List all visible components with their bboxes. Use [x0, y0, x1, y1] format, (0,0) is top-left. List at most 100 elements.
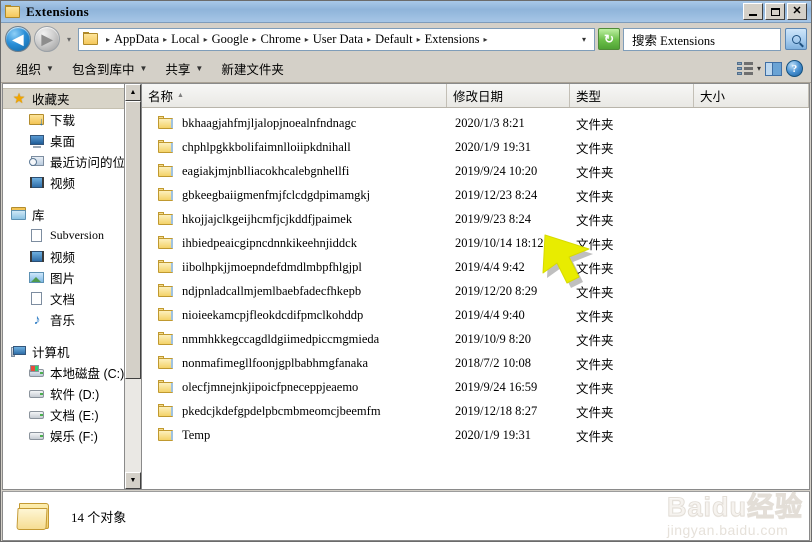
sidebar-item-documents[interactable]: 文档 [3, 288, 141, 309]
file-date: 2020/1/3 8:21 [455, 115, 525, 130]
sidebar-item-music[interactable]: ♪ 音乐 [3, 309, 141, 330]
table-row[interactable]: Temp 2020/1/9 19:31 文件夹 [142, 423, 809, 447]
sidebar-item-videos-lib[interactable]: 视频 [3, 246, 141, 267]
table-row[interactable]: gbkeegbaiigmenfmjfclcdgdpimamgkj 2019/12… [142, 183, 809, 207]
file-date: 2019/9/24 10:20 [455, 163, 538, 178]
recent-places-icon [29, 154, 45, 169]
sidebar-divider [3, 330, 141, 341]
file-name: pkedcjkdefgpdelpbcmbmeomcjbeemfm [182, 403, 381, 418]
breadcrumb-item-default[interactable]: Default [374, 31, 413, 48]
scroll-up-button[interactable]: ▲ [125, 84, 141, 101]
sidebar-item-label: 本地磁盘 (C:) [50, 367, 125, 381]
breadcrumb-item-local[interactable]: Local [170, 31, 200, 48]
sidebar-item-videos-fav[interactable]: 视频 [3, 172, 141, 193]
navigation-pane-scrollbar[interactable]: ▲ ▼ [124, 84, 141, 489]
scrollbar-thumb[interactable] [125, 101, 141, 380]
sidebar-item-libraries[interactable]: 库 [3, 204, 141, 225]
column-header-label: 大小 [700, 90, 726, 104]
file-name-cell: hkojjajclkgeijhcmfjcjkddfjpaimek [142, 211, 447, 227]
close-button[interactable]: ✕ [787, 3, 807, 20]
breadcrumb-item-extensions[interactable]: Extensions [424, 31, 481, 48]
sidebar-item-downloads[interactable]: ↓ 下载 [3, 109, 141, 130]
sidebar-item-favorites[interactable]: ★ 收藏夹 [3, 88, 141, 109]
folder-icon [158, 115, 174, 131]
sidebar-item-desktop[interactable]: 桌面 [3, 130, 141, 151]
folder-icon [158, 331, 174, 347]
breadcrumb-item-appdata[interactable]: AppData [113, 31, 160, 48]
table-row[interactable]: nioieekamcpjfleokdcdifpmclkohddp 2019/4/… [142, 303, 809, 327]
column-header-date-modified[interactable]: 修改日期 [447, 84, 570, 107]
view-dropdown-button[interactable]: ▾ [757, 64, 761, 73]
column-header-name[interactable]: 名称 ▲ [142, 84, 447, 107]
change-view-icon[interactable] [736, 62, 753, 76]
breadcrumb: ▸ AppData ▸ Local ▸ Google ▸ Chrome ▸ Us… [103, 31, 592, 48]
sidebar-item-subversion[interactable]: Subversion [3, 225, 141, 246]
preview-pane-icon[interactable] [765, 61, 782, 76]
folder-icon [158, 187, 174, 203]
file-name: ihbiedpeaicgipncdnnkikeehnjiddck [182, 235, 357, 250]
help-icon[interactable]: ? [786, 60, 803, 77]
table-row[interactable]: nmmhkkegccagdldgiimedpiccmgmieda 2019/10… [142, 327, 809, 351]
share-button[interactable]: 共享 ▼ [156, 56, 212, 81]
chevron-down-icon[interactable]: ▾ [572, 35, 592, 44]
sidebar-item-recent-places[interactable]: 最近访问的位置 [3, 151, 141, 172]
chevron-down-icon: ▼ [195, 64, 204, 73]
file-type: 文件夹 [576, 237, 614, 252]
include-in-library-button[interactable]: 包含到库中 ▼ [63, 56, 156, 81]
drive-icon [29, 386, 45, 401]
forward-button[interactable]: ▶ [34, 26, 60, 52]
folder-icon [158, 163, 174, 179]
file-name-cell: pkedcjkdefgpdelpbcmbmeomcjbeemfm [142, 403, 447, 419]
table-row[interactable]: olecfjmnejnkjipoicfpneceppjeaemo 2019/9/… [142, 375, 809, 399]
table-row[interactable]: hkojjajclkgeijhcmfjcjkddfjpaimek 2019/9/… [142, 207, 809, 231]
table-row[interactable]: chphlpgkkbolifaimnlloiipkdnihall 2020/1/… [142, 135, 809, 159]
scroll-down-button[interactable]: ▼ [125, 472, 141, 489]
system-drive-icon [29, 365, 45, 380]
search-input[interactable]: 搜索 Extensions [623, 27, 781, 51]
column-header-type[interactable]: 类型 [570, 84, 694, 107]
breadcrumb-item-user-data[interactable]: User Data [312, 31, 364, 48]
new-folder-button[interactable]: 新建文件夹 [212, 56, 293, 81]
sidebar-divider [3, 193, 141, 204]
status-item-count: 14 个对象 [71, 509, 127, 525]
refresh-button[interactable]: ↻ [598, 28, 620, 50]
column-header-size[interactable]: 大小 [694, 84, 809, 107]
file-name-cell: nonmafimegllfoonjgplbabhmgfanaka [142, 355, 447, 371]
file-name-cell: olecfjmnejnkjipoicfpneceppjeaemo [142, 379, 447, 395]
table-row[interactable]: iibolhpkjjmoepndefdmdlmbpfhlgjpl 2019/4/… [142, 255, 809, 279]
sidebar-item-label: 图片 [50, 272, 76, 286]
scrollbar-track[interactable] [125, 101, 141, 472]
sidebar-item-pictures[interactable]: 图片 [3, 267, 141, 288]
folder-icon [158, 211, 174, 227]
table-row[interactable]: pkedcjkdefgpdelpbcmbmeomcjbeemfm 2019/12… [142, 399, 809, 423]
sidebar-item-drive-d[interactable]: 软件 (D:) [3, 383, 141, 404]
status-bar: 14 个对象 Baidu经验 jingyan.baidu.com [2, 491, 810, 541]
sidebar-item-drive-c[interactable]: 本地磁盘 (C:) [3, 362, 141, 383]
column-header-label: 类型 [576, 90, 602, 104]
table-row[interactable]: eagiakjmjnblliacokhcalebgnhellfi 2019/9/… [142, 159, 809, 183]
address-bar[interactable]: ▸ AppData ▸ Local ▸ Google ▸ Chrome ▸ Us… [78, 27, 595, 51]
breadcrumb-item-google[interactable]: Google [211, 31, 250, 48]
back-button[interactable]: ◀ [5, 26, 31, 52]
organize-button[interactable]: 组织 ▼ [7, 56, 63, 81]
table-row[interactable]: bkhaagjahfmjljalopjnoealnfndnagc 2020/1/… [142, 111, 809, 135]
history-dropdown-button[interactable]: ▾ [63, 35, 75, 44]
sidebar-item-label: 库 [32, 209, 45, 223]
breadcrumb-item-chrome[interactable]: Chrome [259, 31, 301, 48]
table-row[interactable]: ihbiedpeaicgipncdnnkikeehnjiddck 2019/10… [142, 231, 809, 255]
watermark-main: Baidu经验 [666, 492, 803, 522]
minimize-button[interactable] [743, 3, 763, 20]
table-row[interactable]: ndjpnladcallmjemlbaebfadecfhkepb 2019/12… [142, 279, 809, 303]
sidebar-item-drive-f[interactable]: 娱乐 (F:) [3, 425, 141, 446]
table-row[interactable]: nonmafimegllfoonjgplbabhmgfanaka 2018/7/… [142, 351, 809, 375]
file-list-pane: 名称 ▲ 修改日期 类型 大小 bkhaagjahfmjljalopjnoeal… [141, 83, 810, 490]
star-icon: ★ [12, 90, 26, 106]
file-type: 文件夹 [576, 141, 614, 156]
file-date: 2019/12/18 8:27 [455, 403, 538, 418]
sidebar-item-computer[interactable]: 计算机 [3, 341, 141, 362]
maximize-button[interactable] [765, 3, 785, 20]
search-button[interactable] [785, 28, 807, 50]
sidebar-item-drive-e[interactable]: 文档 (E:) [3, 404, 141, 425]
sidebar-item-label: 桌面 [50, 135, 76, 149]
arrow-right-icon: ▶ [41, 31, 53, 47]
